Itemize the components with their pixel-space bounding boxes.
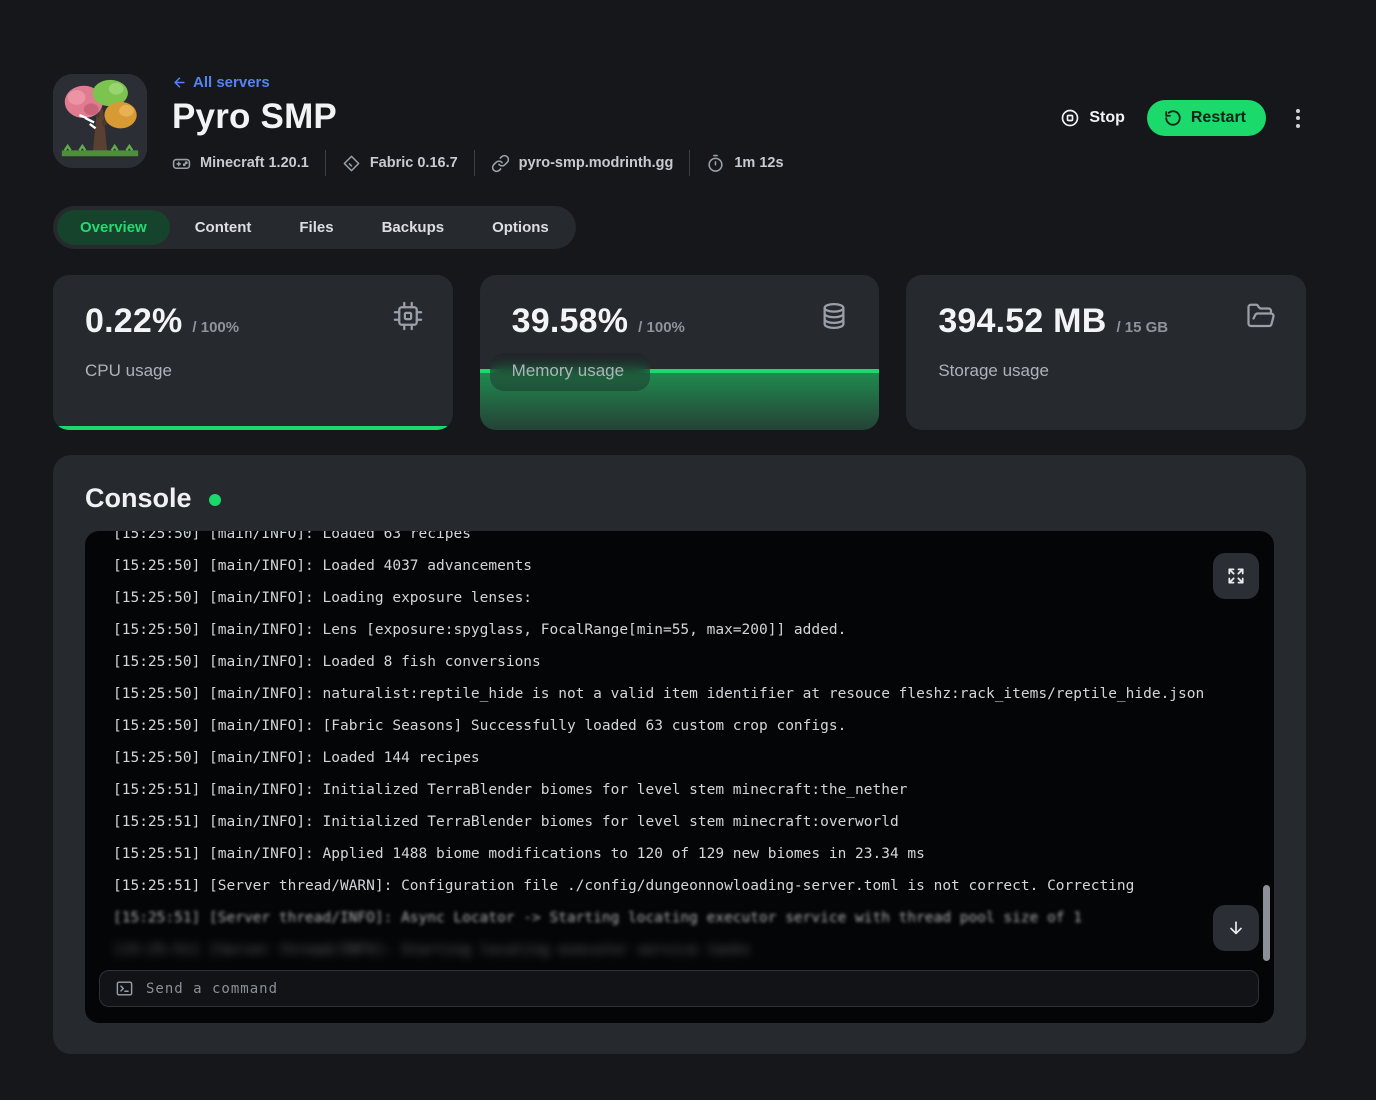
- restart-button-label: Restart: [1191, 109, 1246, 127]
- console-log-viewport[interactable]: [15:25:50] [main/INFO]: Loaded 63 recipe…: [85, 531, 1274, 969]
- tab-overview[interactable]: Overview: [57, 210, 170, 245]
- link-icon: [491, 154, 510, 173]
- gamepad-icon: [172, 154, 191, 173]
- divider: [689, 150, 690, 176]
- tab-options[interactable]: Options: [469, 210, 572, 245]
- divider: [474, 150, 475, 176]
- back-to-all-servers-link[interactable]: All servers: [172, 74, 784, 91]
- console-terminal[interactable]: [15:25:50] [main/INFO]: Loaded 63 recipe…: [85, 531, 1274, 1023]
- cpu-usage-label: CPU usage: [85, 361, 421, 381]
- memory-usage-label: Memory usage: [490, 353, 650, 391]
- tab-content[interactable]: Content: [172, 210, 275, 245]
- fabric-icon: [342, 154, 361, 173]
- meta-label: Minecraft 1.20.1: [200, 155, 309, 171]
- expand-icon: [1226, 566, 1246, 586]
- season-tree-icon: [53, 74, 147, 168]
- meta-server-address: pyro-smp.modrinth.gg: [491, 154, 674, 173]
- database-icon: [819, 301, 849, 336]
- storage-usage-label: Storage usage: [938, 361, 1274, 381]
- more-options-button[interactable]: [1290, 105, 1306, 132]
- storage-usage-card: 394.52 MB / 15 GB Storage usage: [906, 275, 1306, 430]
- console-line: [15:25:50] [main/INFO]: Loaded 144 recip…: [113, 742, 1274, 774]
- console-line: [15:25:50] [main/INFO]: naturalist:repti…: [113, 678, 1274, 710]
- console-line: [15:25:50] [main/INFO]: Loaded 8 fish co…: [113, 646, 1274, 678]
- stat-cards: 0.22% / 100% CPU usage 39.58% / 100% Mem…: [53, 275, 1306, 430]
- page-title: Pyro SMP: [172, 97, 784, 137]
- console-line-incoming: [15:25:51] [Server thread/INFO]: Async L…: [113, 902, 1274, 934]
- arrow-left-icon: [172, 75, 187, 90]
- folder-open-icon: [1246, 301, 1276, 336]
- meta-minecraft-version: Minecraft 1.20.1: [172, 154, 309, 173]
- command-input-wrapper[interactable]: [99, 970, 1259, 1007]
- meta-label: 1m 12s: [734, 155, 783, 171]
- server-header: All servers Pyro SMP Minecraft 1.20.1 Fa…: [53, 74, 1306, 176]
- arrow-down-icon: [1226, 918, 1246, 938]
- meta-label: pyro-smp.modrinth.gg: [519, 155, 674, 171]
- divider: [325, 150, 326, 176]
- scroll-to-bottom-button[interactable]: [1213, 905, 1259, 951]
- cpu-usage-value: 0.22%: [85, 302, 182, 341]
- server-meta-row: Minecraft 1.20.1 Fabric 0.16.7 pyro-smp.…: [172, 150, 784, 176]
- console-line: [15:25:50] [main/INFO]: Loading exposure…: [113, 582, 1274, 614]
- restart-icon: [1164, 109, 1182, 127]
- restart-button[interactable]: Restart: [1147, 100, 1266, 136]
- command-input[interactable]: [146, 981, 1243, 997]
- console-title: Console: [85, 483, 192, 514]
- terminal-icon: [115, 979, 134, 998]
- memory-usage-card: 39.58% / 100% Memory usage: [480, 275, 880, 430]
- server-actions: Stop Restart: [1060, 100, 1306, 136]
- tab-files[interactable]: Files: [276, 210, 356, 245]
- cpu-icon: [393, 301, 423, 336]
- console-line: [15:25:51] [main/INFO]: Initialized Terr…: [113, 806, 1274, 838]
- server-online-status-dot: [209, 494, 221, 506]
- memory-usage-max: / 100%: [638, 319, 685, 336]
- console-scrollbar-thumb[interactable]: [1263, 885, 1270, 961]
- server-tabbar: Overview Content Files Backups Options: [53, 206, 576, 249]
- storage-usage-value: 394.52 MB: [938, 302, 1106, 341]
- console-line: [15:25:51] [main/INFO]: Applied 1488 bio…: [113, 838, 1274, 870]
- console-line: [15:25:50] [main/INFO]: Loaded 63 recipe…: [113, 531, 1274, 550]
- console-line: [15:25:50] [main/INFO]: Loaded 4037 adva…: [113, 550, 1274, 582]
- meta-loader-version: Fabric 0.16.7: [342, 154, 458, 173]
- cpu-usage-max: / 100%: [192, 319, 239, 336]
- console-card: Console [15:25:50] [main/INFO]: Loaded 6…: [53, 455, 1306, 1054]
- console-line: [15:25:51] [Server thread/WARN]: Configu…: [113, 870, 1274, 902]
- timer-icon: [706, 154, 725, 173]
- cpu-usage-fill: [53, 426, 453, 430]
- server-dashboard-page: All servers Pyro SMP Minecraft 1.20.1 Fa…: [0, 0, 1376, 1100]
- console-line: [15:25:50] [main/INFO]: Lens [exposure:s…: [113, 614, 1274, 646]
- tab-backups[interactable]: Backups: [359, 210, 468, 245]
- console-line: [15:25:51] [main/INFO]: Initialized Terr…: [113, 774, 1274, 806]
- back-link-label: All servers: [193, 74, 270, 91]
- memory-usage-value: 39.58%: [512, 302, 629, 341]
- cpu-usage-card: 0.22% / 100% CPU usage: [53, 275, 453, 430]
- stop-circle-icon: [1060, 108, 1080, 128]
- console-line: [15:25:50] [main/INFO]: [Fabric Seasons]…: [113, 710, 1274, 742]
- server-avatar: [53, 74, 147, 168]
- console-fullscreen-button[interactable]: [1213, 553, 1259, 599]
- stop-button-label: Stop: [1089, 109, 1125, 127]
- meta-uptime: 1m 12s: [706, 154, 783, 173]
- console-line-incoming: [15:25:51] [Server thread/INFO]: Startin…: [113, 934, 1274, 966]
- stop-button[interactable]: Stop: [1060, 108, 1125, 128]
- meta-label: Fabric 0.16.7: [370, 155, 458, 171]
- storage-usage-max: / 15 GB: [1116, 319, 1168, 336]
